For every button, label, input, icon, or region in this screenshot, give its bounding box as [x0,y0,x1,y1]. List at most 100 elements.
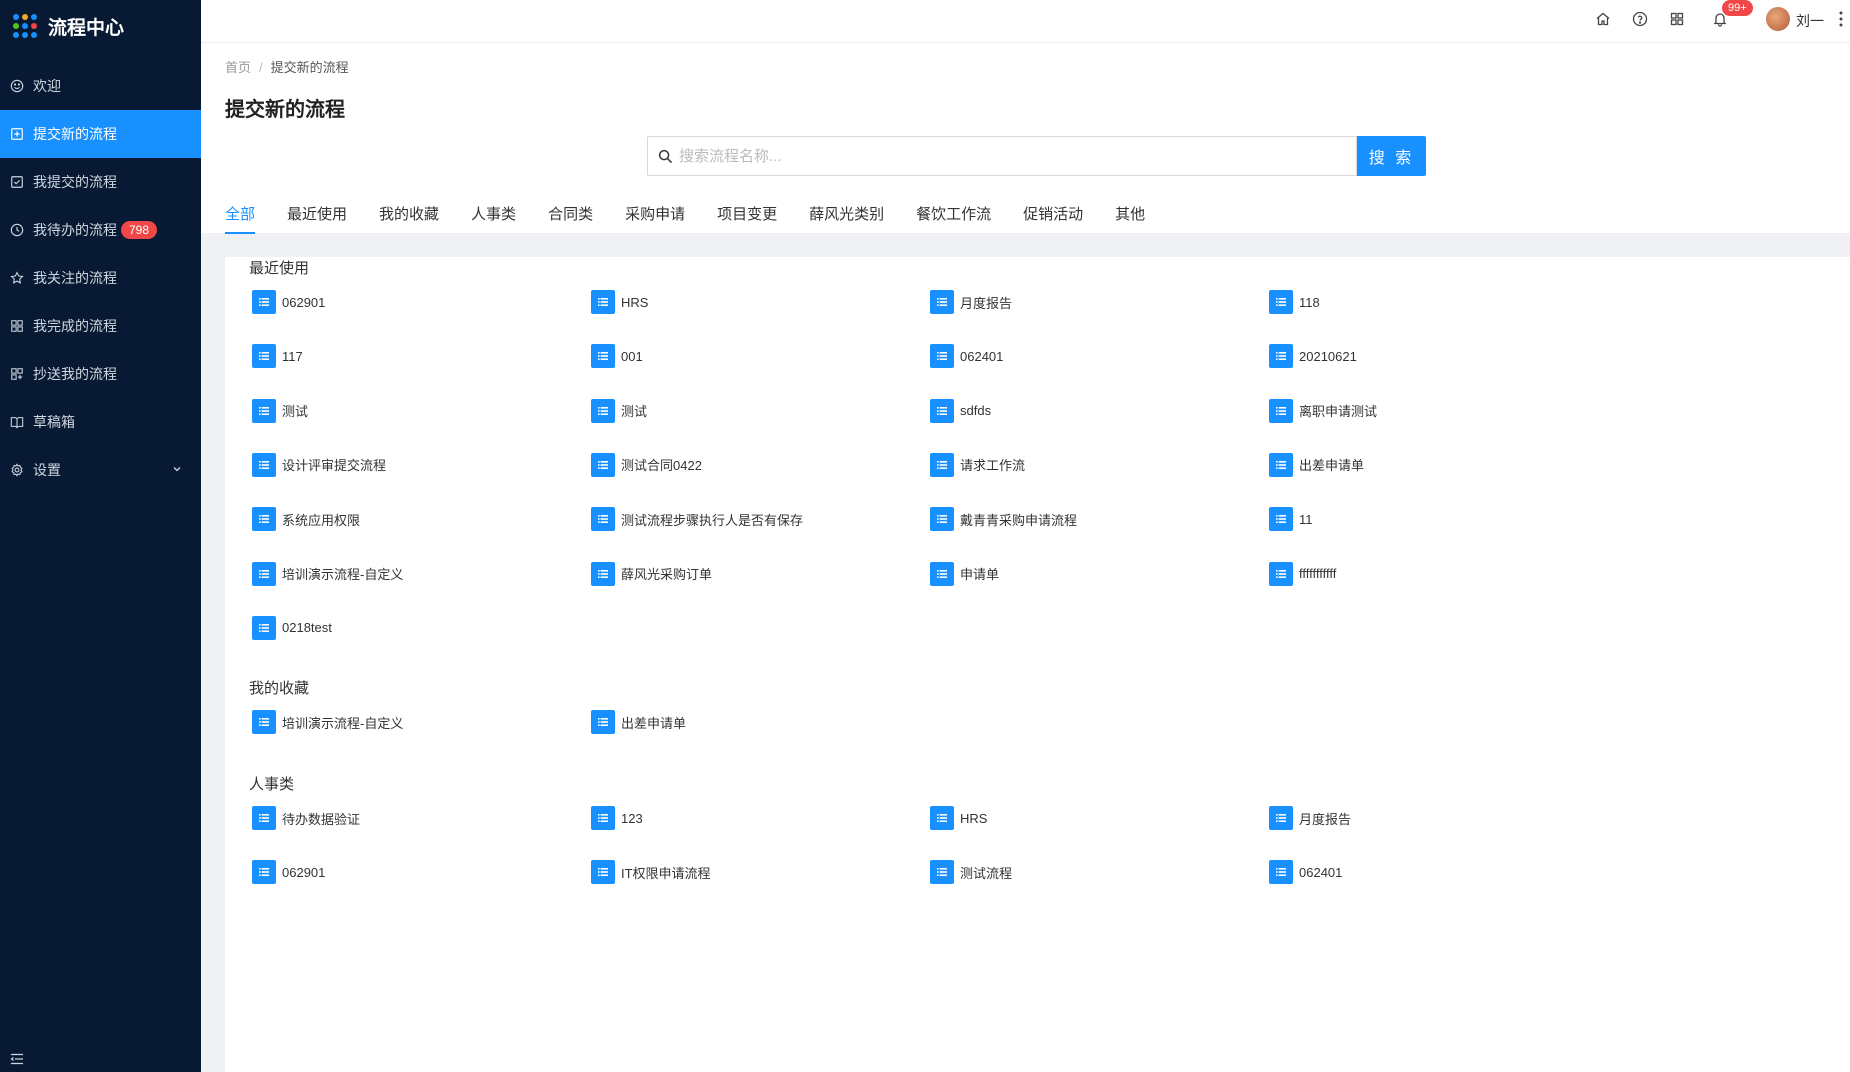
sidebar-item-my-followed[interactable]: 我关注的流程 [0,254,201,302]
home-icon[interactable] [1594,10,1612,28]
process-item-label: 申请单 [960,567,1000,582]
process-item[interactable]: 001 [591,344,643,369]
process-item[interactable]: 待办数据验证 [252,806,360,830]
process-item[interactable]: IT权限申请流程 [591,860,711,885]
process-item[interactable]: 离职申请测试 [1269,398,1378,423]
clock-icon [10,223,24,237]
process-item[interactable]: fffffffffff [1269,561,1336,586]
tab-9[interactable]: 促销活动 [1023,203,1083,234]
logo-dot [22,23,28,29]
sidebar-item-my-todo[interactable]: 我待办的流程 798 [0,206,201,254]
tab-10[interactable]: 其他 [1115,203,1145,234]
process-item[interactable]: 062401 [1269,860,1342,885]
avatar[interactable] [1766,7,1790,31]
process-item[interactable]: 月度报告 [1269,806,1351,830]
process-item[interactable]: 出差申请单 [1269,452,1364,477]
appstore-icon[interactable] [1668,10,1686,28]
tab-3[interactable]: 人事类 [471,203,516,234]
list-icon [252,452,276,477]
process-item[interactable]: 请求工作流 [930,452,1026,477]
breadcrumb-current: 提交新的流程 [270,60,349,75]
menu-fold-icon[interactable] [10,1052,24,1066]
sidebar-item-submit-new[interactable]: 提交新的流程 [0,110,201,158]
app-grid-icon [13,14,37,38]
process-item[interactable]: 测试合同0422 [591,452,702,477]
process-item[interactable]: 申请单 [930,561,1000,586]
tab-8[interactable]: 餐饮工作流 [916,203,991,234]
process-item[interactable]: 培训演示流程-自定义 [252,561,404,586]
process-item[interactable]: 薛风光采购订单 [591,561,712,586]
smile-icon [10,79,24,93]
process-item[interactable]: 117 [252,344,303,369]
list-icon [930,507,954,532]
search-input[interactable] [679,147,1339,165]
process-item[interactable]: 戴青青采购申请流程 [930,507,1077,532]
breadcrumb: 首页 / 提交新的流程 [225,57,349,76]
sidebar: 流程中心 欢迎 提交新的流程 我提交的流程 我待办的流程 798 我关注的流程 … [0,0,201,1072]
process-item-label: 测试 [621,404,648,420]
process-item[interactable]: 11 [1269,507,1313,532]
list-icon [1269,398,1293,423]
process-item[interactable]: 月度报告 [930,290,1012,314]
search-button[interactable]: 搜 索 [1357,136,1426,176]
tab-0[interactable]: 全部 [225,203,256,234]
process-item[interactable]: 0218test [252,615,332,640]
tab-5[interactable]: 采购申请 [625,203,685,234]
process-item-label: HRS [960,810,988,826]
list-icon [252,710,276,734]
sidebar-item-welcome[interactable]: 欢迎 [0,62,201,110]
tab-1[interactable]: 最近使用 [287,203,347,234]
more-vertical-icon[interactable] [1838,10,1844,28]
process-item[interactable]: 20210621 [1269,344,1357,369]
sidebar-item-drafts[interactable]: 草稿箱 [0,398,201,446]
process-item[interactable]: 测试流程 [930,860,1012,885]
top-bar: 99+ 刘一 [201,0,1850,43]
page-header: 首页 / 提交新的流程 提交新的流程 搜 索 全部最近使用 我的收藏 人事类 合同类 采购申… [201,43,1850,234]
process-item-label: 测试流程步骤执行人是否有保存 [621,512,804,528]
sidebar-item-settings[interactable]: 设置 [0,446,201,494]
list-icon [252,290,276,314]
sidebar-item-label: 设置 [33,462,61,478]
process-item[interactable]: 测试 [252,398,308,423]
process-item[interactable]: 123 [591,806,643,830]
sidebar-item-label: 欢迎 [33,78,61,94]
process-item[interactable]: 测试 [591,398,648,423]
process-item[interactable]: 测试流程步骤执行人是否有保存 [591,507,804,532]
logo-dot [31,32,37,38]
sidebar-item-my-submitted[interactable]: 我提交的流程 [0,158,201,206]
page-title: 提交新的流程 [225,99,345,121]
tab-6[interactable]: 项目变更 [717,203,777,234]
process-item-label: 离职申请测试 [1299,404,1378,420]
username[interactable]: 刘一 [1796,11,1824,31]
list-icon [1269,290,1293,314]
app-logo[interactable]: 流程中心 [0,0,201,52]
sidebar-item-label: 我完成的流程 [33,318,117,334]
process-item[interactable]: 062901 [252,860,325,885]
process-item[interactable]: 062901 [252,290,325,314]
process-item-label: 请求工作流 [960,458,1026,474]
tab-2[interactable]: 我的收藏 [379,203,439,234]
logo-dot [22,32,28,38]
process-item[interactable]: 设计评审提交流程 [252,452,387,477]
breadcrumb-separator: / [259,60,263,75]
sidebar-item-cc-me[interactable]: 抄送我的流程 [0,350,201,398]
process-item[interactable]: 062401 [930,344,1003,369]
list-icon [252,806,276,830]
process-item[interactable]: sdfds [930,398,991,423]
tab-7[interactable]: 薛风光类别 [809,203,884,234]
process-item[interactable]: HRS [930,806,987,830]
list-icon [252,561,276,586]
tab-4[interactable]: 合同类 [548,203,593,234]
process-item[interactable]: 出差申请单 [591,710,686,734]
gear-icon [10,463,24,477]
process-item-label: 设计评审提交流程 [282,458,387,474]
process-item[interactable]: 118 [1269,290,1320,314]
process-item[interactable]: 培训演示流程-自定义 [252,710,403,734]
process-item[interactable]: HRS [591,290,648,314]
breadcrumb-home[interactable]: 首页 [225,60,251,75]
sidebar-item-my-completed[interactable]: 我完成的流程 [0,302,201,350]
process-item[interactable]: 系统应用权限 [252,507,360,532]
help-icon[interactable] [1631,10,1649,28]
list-icon [1269,344,1293,369]
process-item-label: 培训演示流程-自定义 [282,567,404,582]
